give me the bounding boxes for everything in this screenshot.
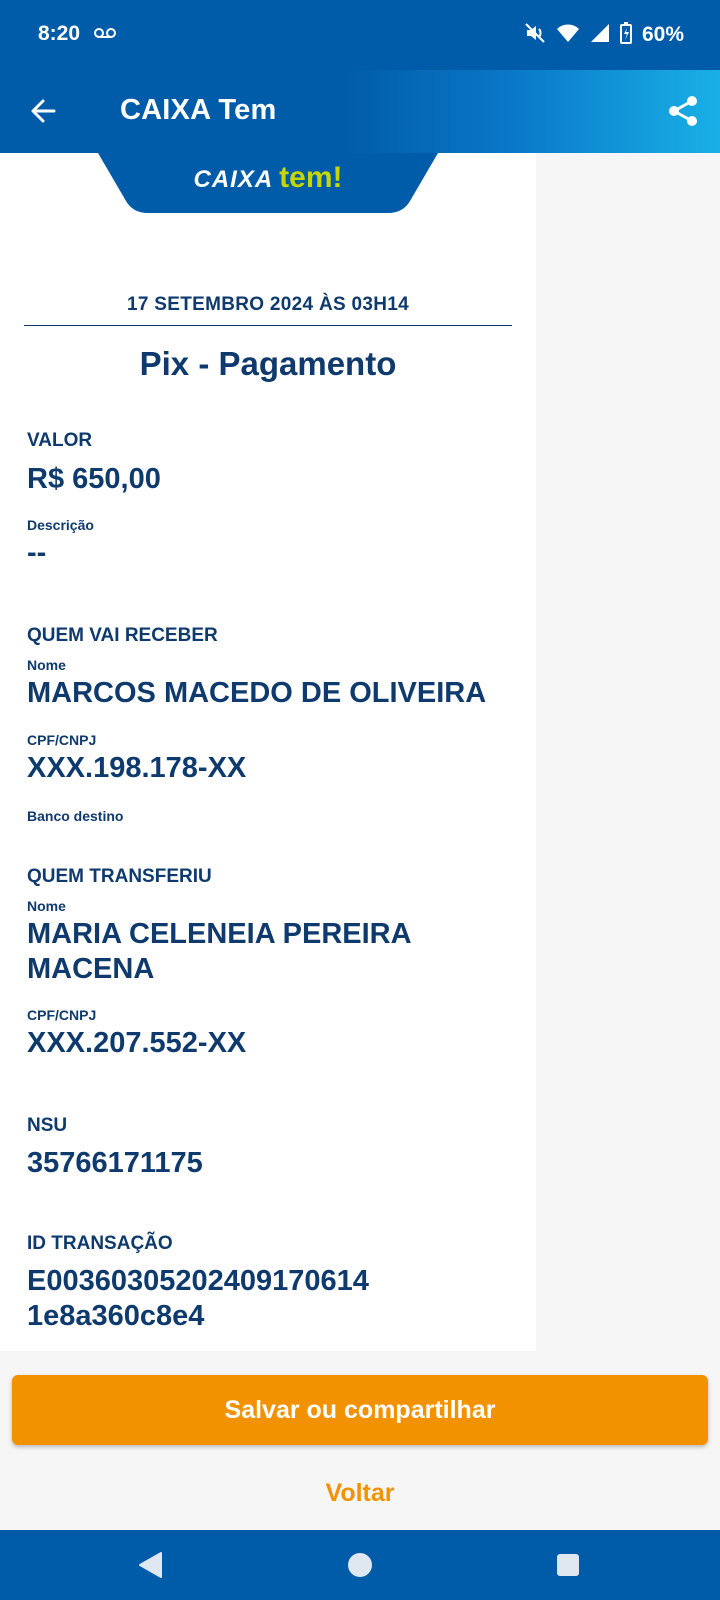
save-or-share-button[interactable]: Salvar ou compartilhar — [12, 1375, 708, 1445]
square-recents-icon — [557, 1554, 579, 1576]
wifi-icon — [556, 23, 580, 48]
nav-back-button[interactable] — [132, 1547, 168, 1583]
system-nav-bar — [0, 1530, 720, 1600]
sender-name: MARIA CELENEIA PEREIRA MACENA — [27, 918, 411, 985]
id-transacao-value: E00360305202409170614 1e8a360c8e4 — [27, 1265, 369, 1332]
valor-value: R$ 650,00 — [27, 463, 161, 495]
nav-recents-button[interactable] — [550, 1547, 586, 1583]
receiver-name-label: Nome — [27, 657, 66, 673]
signal-icon — [590, 23, 610, 48]
arrow-left-icon — [31, 99, 56, 123]
battery-percent: 60% — [641, 23, 684, 46]
sender-name-label: Nome — [27, 898, 66, 914]
nav-home-button[interactable] — [342, 1547, 378, 1583]
receipt-card: CAIXA tem! 17 SETEMBRO 2024 ÀS 03H14 Pix … — [0, 153, 536, 1351]
caixa-tem-logo: CAIXA tem! — [98, 153, 438, 213]
sender-doc: XXX.207.552-XX — [27, 1027, 247, 1059]
descricao-value: -- — [27, 537, 47, 569]
mute-icon — [524, 22, 546, 49]
back-button[interactable] — [26, 94, 60, 128]
id-transacao-label: ID TRANSAÇÃO — [27, 1233, 173, 1254]
circle-home-icon — [348, 1553, 372, 1577]
sender-section-label: QUEM TRANSFERIU — [27, 866, 212, 887]
triangle-back-icon — [139, 1552, 162, 1578]
status-bar: 8:20 60% — [0, 0, 720, 70]
nsu-label: NSU — [27, 1115, 68, 1136]
app-bar: CAIXA Tem — [0, 70, 720, 153]
status-time: 8:20 — [38, 22, 81, 45]
share-icon — [669, 96, 697, 126]
descricao-label: Descrição — [27, 517, 94, 533]
receipt-title: Pix - Pagamento — [139, 345, 397, 382]
share-button[interactable] — [664, 92, 702, 130]
divider — [24, 325, 512, 326]
footer-actions: Salvar ou compartilhar Voltar — [0, 1351, 720, 1530]
status-icons: 60% — [524, 20, 684, 50]
receiver-bank-label: Banco destino — [27, 808, 124, 824]
receiver-doc-label: CPF/CNPJ — [27, 732, 97, 748]
voicemail-icon — [94, 26, 116, 44]
nsu-value: 35766171175 — [27, 1147, 203, 1179]
battery-icon — [619, 21, 632, 49]
receipt-date: 17 SETEMBRO 2024 ÀS 03H14 — [126, 294, 410, 315]
receiver-doc: XXX.198.178-XX — [27, 752, 247, 784]
sender-doc-label: CPF/CNPJ — [27, 1007, 97, 1023]
app-title: CAIXA Tem — [120, 94, 277, 126]
valor-label: VALOR — [27, 430, 93, 451]
back-link[interactable]: Voltar — [0, 1479, 720, 1508]
logo-caixa-text: CAIXA — [193, 166, 274, 193]
receiver-section-label: QUEM VAI RECEBER — [27, 625, 218, 646]
logo-tem-text: tem! — [279, 161, 343, 194]
receiver-name: MARCOS MACEDO DE OLIVEIRA — [27, 677, 487, 709]
